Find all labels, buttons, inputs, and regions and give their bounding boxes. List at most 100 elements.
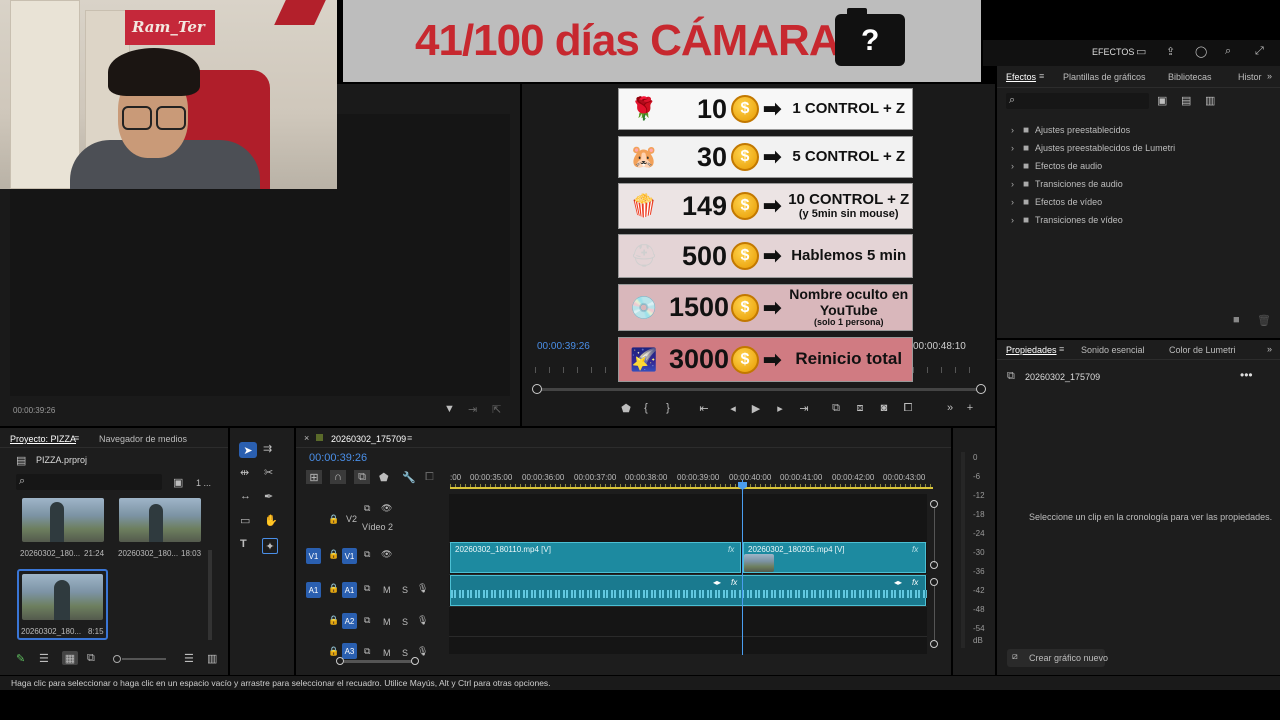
- step-back-icon[interactable]: ◂: [722, 402, 744, 415]
- tab-color-lumetri[interactable]: Color de Lumetri: [1169, 345, 1236, 355]
- export-icon[interactable]: ⇱: [492, 403, 501, 416]
- track-scrollbar[interactable]: [934, 508, 935, 563]
- folder-item[interactable]: › ■ Transiciones de vídeo: [1011, 211, 1271, 229]
- sync-lock-icon[interactable]: ⧉: [364, 503, 370, 514]
- track-v1-target[interactable]: V1: [342, 548, 357, 564]
- timeline-timecode[interactable]: 00:00:39:26: [309, 452, 367, 464]
- menu-icon[interactable]: ≡: [1059, 344, 1064, 354]
- source-patch-v1[interactable]: V1: [306, 548, 321, 564]
- step-forward-icon[interactable]: ▸: [768, 402, 792, 415]
- progress-icon[interactable]: ◯: [1195, 45, 1207, 58]
- slip-icon[interactable]: ↔: [240, 490, 251, 502]
- play-icon[interactable]: ▶: [744, 402, 768, 415]
- marker-icon[interactable]: ⬟: [618, 402, 634, 415]
- accelerated-icon[interactable]: ▣: [1157, 94, 1167, 107]
- search-icon[interactable]: ⌕: [1225, 45, 1231, 58]
- yuv-icon[interactable]: ▥: [1205, 94, 1215, 107]
- lock-icon[interactable]: 🔒: [328, 514, 339, 525]
- pencil-icon[interactable]: ✎: [16, 652, 25, 665]
- pen-icon[interactable]: ✒: [264, 490, 273, 503]
- selection-tool-icon[interactable]: ➤: [239, 442, 257, 458]
- sync-lock-icon[interactable]: ⧉: [364, 583, 370, 594]
- tab-historial[interactable]: Histor: [1238, 72, 1262, 82]
- add-marker-icon[interactable]: ⬟: [379, 471, 389, 484]
- lift-icon[interactable]: ⧉: [824, 402, 848, 415]
- sort-icon[interactable]: ☰: [184, 652, 194, 665]
- workspace-label[interactable]: EFECTOS: [1092, 47, 1134, 57]
- track-a2-target[interactable]: A2: [342, 613, 357, 629]
- freeform-view-icon[interactable]: ⧉: [87, 652, 95, 665]
- solo-button[interactable]: S: [402, 648, 408, 658]
- project-search-input[interactable]: ⌕: [16, 474, 162, 490]
- tab-efectos[interactable]: Efectos: [1006, 72, 1036, 82]
- go-to-out-icon[interactable]: ⇥: [792, 402, 816, 415]
- effects-search-input[interactable]: ⌕: [1006, 93, 1149, 109]
- tab-proyecto[interactable]: Proyecto: PIZZA: [10, 434, 76, 444]
- trash-icon[interactable]: 🗑: [1257, 314, 1271, 327]
- timeline-h-scrollbar[interactable]: [344, 660, 412, 663]
- list-view-icon[interactable]: ☰: [39, 652, 49, 665]
- track-area[interactable]: [449, 494, 927, 654]
- add-button-icon[interactable]: +: [962, 402, 978, 414]
- lock-icon[interactable]: 🔒: [328, 646, 339, 657]
- 32bit-icon[interactable]: ▤: [1181, 94, 1191, 107]
- mark-out-icon[interactable]: }: [658, 402, 678, 414]
- project-scrollbar[interactable]: [208, 550, 212, 640]
- media-item-selected[interactable]: 20260302_180... 8:15: [17, 569, 108, 640]
- tab-sonido-esencial[interactable]: Sonido esencial: [1081, 345, 1145, 355]
- mic-icon[interactable]: 🎙: [417, 646, 428, 657]
- lock-icon[interactable]: 🔒: [328, 549, 339, 560]
- razor-icon[interactable]: ✂: [264, 466, 273, 479]
- source-patch-a1[interactable]: A1: [306, 582, 321, 598]
- create-graphic-button[interactable]: ⧄ Crear gráfico nuevo: [1007, 649, 1108, 667]
- icon-view-icon[interactable]: ▦: [62, 651, 78, 665]
- wrench-icon[interactable]: 🔧: [402, 471, 416, 484]
- captions-icon[interactable]: ⧠: [425, 471, 434, 484]
- chevron-right-icon[interactable]: »: [1267, 344, 1272, 354]
- share-icon[interactable]: ⇪: [1166, 45, 1175, 58]
- timeline-ruler[interactable]: :00 00:00:35:00 00:00:36:00 00:00:37:00 …: [450, 470, 935, 490]
- extract-icon[interactable]: ⧈: [848, 402, 872, 415]
- menu-icon[interactable]: ≡: [407, 433, 412, 443]
- mic-icon[interactable]: 🎙: [417, 583, 428, 594]
- program-scrubbar[interactable]: [537, 388, 981, 391]
- folder-item[interactable]: › ■ Efectos de vídeo: [1011, 193, 1271, 211]
- more-icon[interactable]: »: [938, 402, 962, 414]
- track-a3-target[interactable]: A3: [342, 643, 357, 659]
- mute-button[interactable]: M: [383, 617, 391, 627]
- mute-button[interactable]: M: [383, 585, 391, 595]
- compare-icon[interactable]: ⧠: [896, 402, 920, 415]
- type-tool-icon[interactable]: T: [240, 538, 247, 550]
- zoom-slider-handle[interactable]: [113, 655, 121, 663]
- nest-icon[interactable]: ⊞: [306, 470, 322, 484]
- zoom-handle-right[interactable]: [411, 657, 419, 665]
- sequence-name[interactable]: 20260302_175709: [331, 434, 406, 444]
- track-a1-target[interactable]: A1: [342, 582, 357, 598]
- folder-item[interactable]: › ■ Efectos de audio: [1011, 157, 1271, 175]
- menu-icon[interactable]: ≡: [74, 433, 79, 443]
- scrub-handle-right[interactable]: [976, 384, 986, 394]
- track-select-icon[interactable]: ⇉: [263, 442, 272, 455]
- playhead[interactable]: [742, 480, 743, 655]
- track-zoom-handle[interactable]: [930, 500, 938, 508]
- new-folder-icon[interactable]: ■: [1233, 314, 1240, 326]
- sync-lock-icon[interactable]: ⧉: [364, 646, 370, 657]
- chevron-right-icon[interactable]: »: [1267, 71, 1272, 81]
- mark-in-icon[interactable]: {: [634, 402, 658, 414]
- more-options-icon[interactable]: •••: [1240, 368, 1253, 382]
- filter-icon[interactable]: ▼: [444, 403, 455, 415]
- tab-plantillas[interactable]: Plantillas de gráficos: [1063, 72, 1146, 82]
- lock-icon[interactable]: 🔒: [328, 615, 339, 626]
- ripple-edit-icon[interactable]: ⇹: [240, 466, 249, 479]
- eye-icon[interactable]: 👁: [381, 549, 392, 560]
- folder-item[interactable]: › ■ Transiciones de audio: [1011, 175, 1271, 193]
- tab-navegador[interactable]: Navegador de medios: [99, 434, 187, 444]
- solo-button[interactable]: S: [402, 617, 408, 627]
- media-thumbnail[interactable]: [22, 498, 104, 542]
- track-zoom-handle[interactable]: [930, 561, 938, 569]
- track-zoom-handle[interactable]: [930, 578, 938, 586]
- audio-clip[interactable]: ◂▸ fx ◂▸ fx: [450, 575, 927, 606]
- zoom-handle-left[interactable]: [336, 657, 344, 665]
- menu-icon[interactable]: ≡: [1039, 71, 1044, 81]
- folder-item[interactable]: › ■ Ajustes preestablecidos de Lumetri: [1011, 139, 1271, 157]
